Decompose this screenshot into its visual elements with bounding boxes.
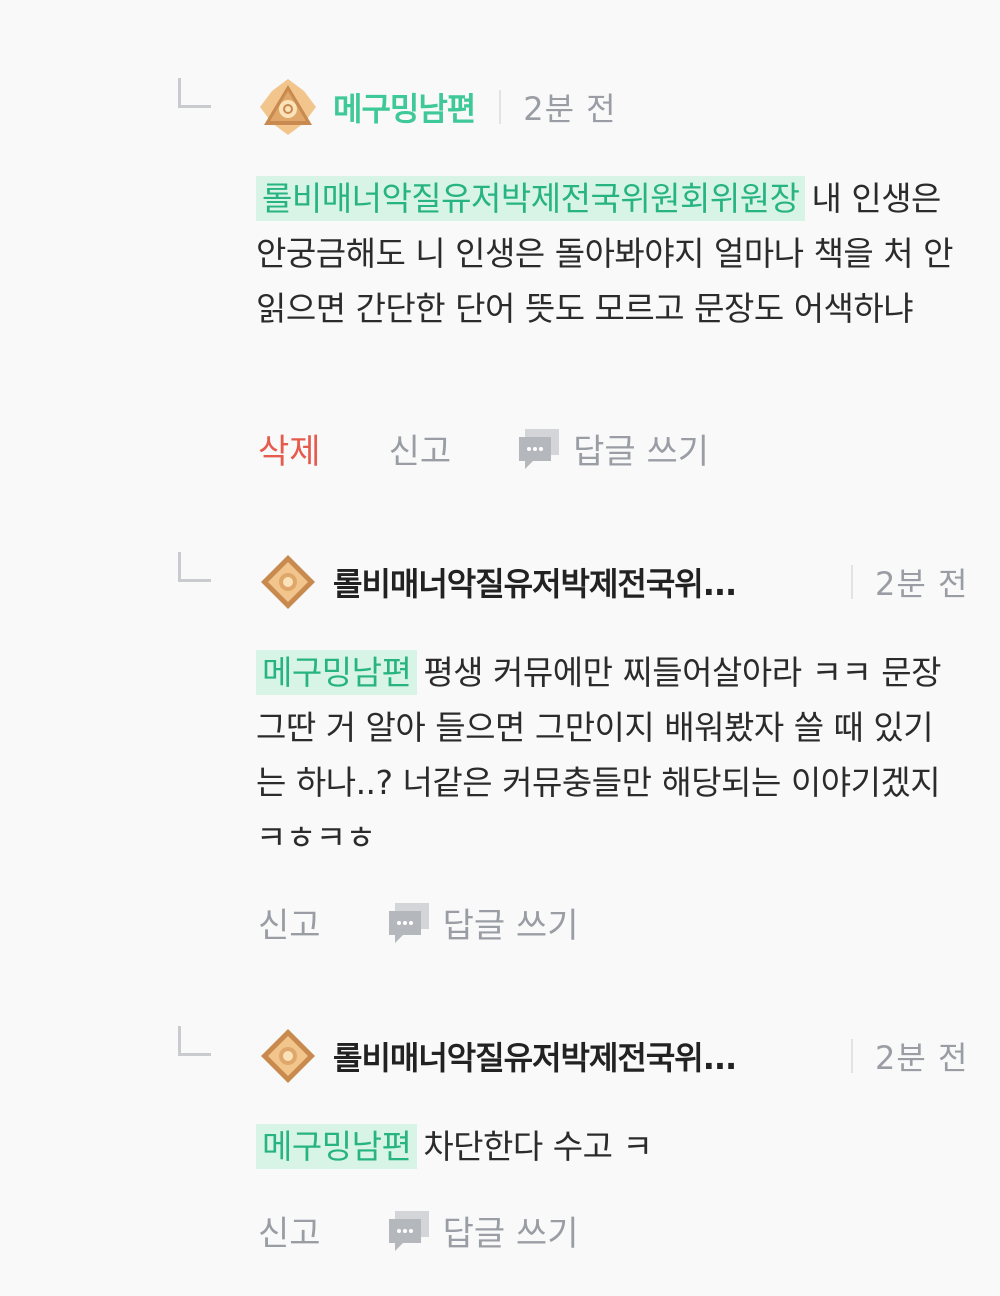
reply-label: 답글 쓰기 <box>442 905 579 946</box>
timestamp: 2분 전 <box>523 90 617 128</box>
comment-text: 메구밍남편 차단한다 수고 ㅋ <box>256 1119 956 1174</box>
comment-header: 롤비매너악질유저박제전국위... 2분 전 <box>258 552 968 612</box>
comment-header: 롤비매너악질유저박제전국위... 2분 전 <box>258 1026 968 1086</box>
reply-button[interactable]: 답글 쓰기 <box>387 1206 579 1255</box>
divider <box>851 565 853 599</box>
comment-header: 메구밍남편 2분 전 <box>258 77 617 137</box>
author-name[interactable]: 롤비매너악질유저박제전국위... <box>333 1033 803 1079</box>
report-button[interactable]: 신고 <box>258 898 321 947</box>
mention-tag[interactable]: 메구밍남편 <box>256 1124 418 1169</box>
rank-badge-icon <box>261 555 315 609</box>
speech-bubble-icon <box>388 903 429 943</box>
reply-indent-icon <box>178 552 211 582</box>
comment-actions: 신고 답글 쓰기 <box>258 897 579 947</box>
comment-body: 차단한다 수고 ㅋ <box>423 1127 653 1166</box>
comment-text: 메구밍남편 평생 커뮤에만 찌들어살아라 ㅋㅋ 문장 그딴 거 알아 들으면 그만… <box>256 645 956 865</box>
rank-badge-icon <box>260 79 316 135</box>
timestamp: 2분 전 <box>875 565 969 603</box>
reply-indent-icon <box>178 78 211 108</box>
report-button[interactable]: 신고 <box>258 1206 321 1255</box>
speech-bubble-icon <box>519 429 560 469</box>
delete-button[interactable]: 삭제 <box>258 424 321 473</box>
comment-actions: 삭제 신고 답글 쓰기 <box>258 423 709 473</box>
author-name[interactable]: 메구밍남편 <box>333 84 476 130</box>
rank-badge-icon <box>261 1029 315 1083</box>
divider <box>851 1039 853 1073</box>
comment-text: 롤비매너악질유저박제전국위원회위원장 내 인생은 안궁금해도 니 인생은 돌아봐야… <box>256 171 956 336</box>
report-button[interactable]: 신고 <box>389 424 452 473</box>
speech-bubble-icon <box>388 1211 429 1251</box>
mention-tag[interactable]: 메구밍남편 <box>256 650 418 695</box>
divider <box>499 90 502 124</box>
reply-label: 답글 쓰기 <box>573 431 710 472</box>
timestamp: 2분 전 <box>875 1039 969 1077</box>
reply-indent-icon <box>178 1026 211 1056</box>
reply-button[interactable]: 답글 쓰기 <box>387 898 579 947</box>
reply-label: 답글 쓰기 <box>442 1213 579 1254</box>
reply-button[interactable]: 답글 쓰기 <box>517 424 709 473</box>
comment-actions: 신고 답글 쓰기 <box>258 1205 579 1255</box>
author-name[interactable]: 롤비매너악질유저박제전국위... <box>333 559 803 605</box>
mention-tag[interactable]: 롤비매너악질유저박제전국위원회위원장 <box>256 176 806 221</box>
